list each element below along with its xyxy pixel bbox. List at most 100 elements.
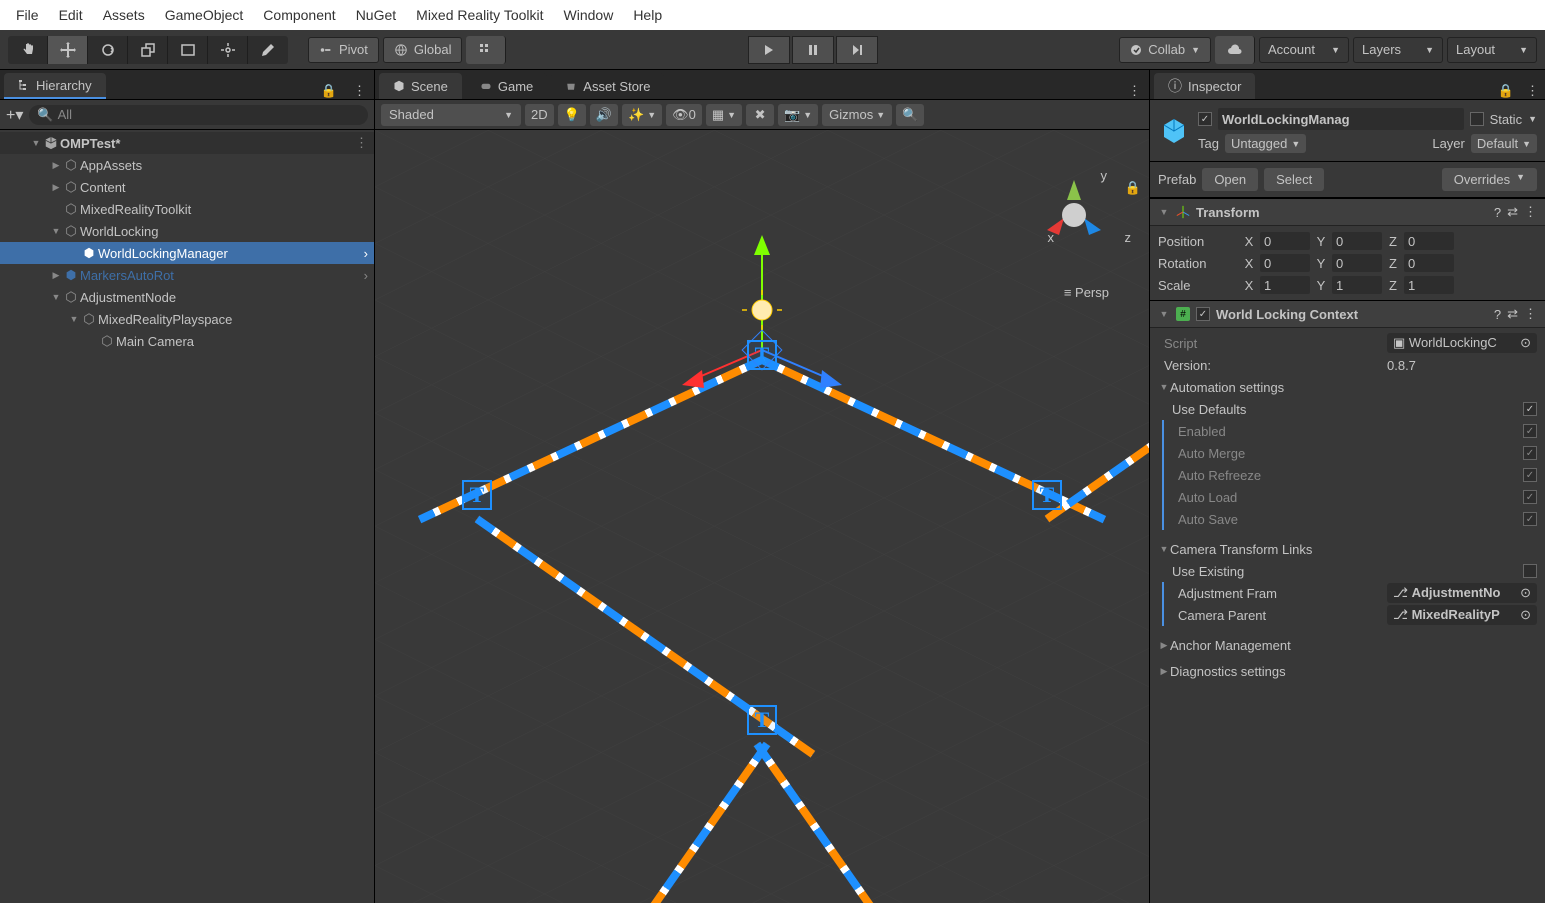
snap-toggle[interactable] [466, 36, 506, 64]
scene-root[interactable]: ▼ OMPTest* ⋮ [0, 132, 374, 154]
diagnostics-header[interactable]: Diagnostics settings [1170, 664, 1286, 679]
component-menu-icon[interactable]: ⋮ [1524, 204, 1537, 220]
panel-menu-icon[interactable]: ⋮ [1120, 83, 1149, 99]
layout-dropdown[interactable]: Layout▼ [1447, 37, 1537, 63]
enabled-checkbox[interactable]: ✓ [1523, 424, 1537, 438]
anchor-marker[interactable]: T [747, 705, 777, 735]
static-checkbox[interactable] [1470, 112, 1484, 126]
anchor-marker[interactable]: T [1032, 480, 1062, 510]
transform-tool[interactable] [208, 36, 248, 64]
tools-toggle[interactable]: ✖ [746, 104, 774, 126]
orientation-gizmo[interactable] [1029, 170, 1119, 260]
rotate-tool[interactable] [88, 36, 128, 64]
scale-y[interactable] [1332, 276, 1382, 294]
tree-item-content[interactable]: ▶Content [0, 176, 374, 198]
rot-x[interactable] [1260, 254, 1310, 272]
lock-icon[interactable]: 🔒 [1492, 83, 1520, 99]
gizmos-dropdown[interactable]: Gizmos▼ [822, 104, 892, 126]
pivot-toggle[interactable]: Pivot [308, 37, 379, 63]
account-dropdown[interactable]: Account▼ [1259, 37, 1349, 63]
anchor-marker[interactable]: T [747, 340, 777, 370]
scale-x[interactable] [1260, 276, 1310, 294]
gameobject-name[interactable] [1218, 108, 1464, 130]
layers-dropdown[interactable]: Layers▼ [1353, 37, 1443, 63]
layer-dropdown[interactable]: Default▼ [1471, 134, 1537, 153]
search-scene[interactable]: 🔍 [896, 104, 924, 126]
move-tool[interactable] [48, 36, 88, 64]
grid-toggle[interactable]: ▦▼ [706, 104, 742, 126]
menu-component[interactable]: Component [255, 3, 343, 27]
menu-mrtk[interactable]: Mixed Reality Toolkit [408, 3, 551, 27]
collab-dropdown[interactable]: Collab ▼ [1119, 37, 1211, 63]
prefab-open-button[interactable]: Open [1202, 168, 1258, 191]
menu-gameobject[interactable]: GameObject [157, 3, 252, 27]
game-tab[interactable]: Game [466, 73, 547, 99]
component-enabled-checkbox[interactable]: ✓ [1196, 307, 1210, 321]
menu-help[interactable]: Help [625, 3, 670, 27]
pause-button[interactable] [792, 36, 834, 64]
global-toggle[interactable]: Global [383, 37, 463, 63]
wlc-header[interactable]: ▼ # ✓ World Locking Context ? ⇄ ⋮ [1150, 300, 1545, 328]
persp-label[interactable]: ≡ Persp [1064, 285, 1109, 300]
automation-header[interactable]: Automation settings [1170, 380, 1284, 395]
preset-icon[interactable]: ⇄ [1507, 204, 1518, 220]
preset-icon[interactable]: ⇄ [1507, 306, 1518, 322]
automerge-checkbox[interactable]: ✓ [1523, 446, 1537, 460]
prefab-select-button[interactable]: Select [1264, 168, 1324, 191]
visibility-toggle[interactable]: 👁0 [666, 104, 702, 126]
panel-menu-icon[interactable]: ⋮ [1520, 83, 1545, 99]
camera-parent-field[interactable]: ⎇ MixedRealityP⊙ [1387, 605, 1537, 625]
rot-y[interactable] [1332, 254, 1382, 272]
pos-y[interactable] [1332, 232, 1382, 250]
cloud-button[interactable] [1215, 36, 1255, 64]
use-defaults-checkbox[interactable]: ✓ [1523, 402, 1537, 416]
hierarchy-tab[interactable]: Hierarchy [4, 73, 106, 99]
tree-item-adjustment[interactable]: ▼AdjustmentNode [0, 286, 374, 308]
tree-item-camera[interactable]: Main Camera [0, 330, 374, 352]
autosave-checkbox[interactable]: ✓ [1523, 512, 1537, 526]
menu-edit[interactable]: Edit [51, 3, 91, 27]
tree-item-playspace[interactable]: ▼MixedRealityPlayspace [0, 308, 374, 330]
tree-item-mrtk[interactable]: MixedRealityToolkit [0, 198, 374, 220]
anchor-marker[interactable]: T [462, 480, 492, 510]
pos-z[interactable] [1404, 232, 1454, 250]
scene-viewport[interactable]: T T T T y x z ≡ Persp 🔒 [375, 130, 1149, 903]
rot-z[interactable] [1404, 254, 1454, 272]
use-existing-checkbox[interactable] [1523, 564, 1537, 578]
audio-toggle[interactable]: 🔊 [590, 104, 618, 126]
camera-links-header[interactable]: Camera Transform Links [1170, 542, 1312, 557]
adjustment-field[interactable]: ⎇ AdjustmentNo⊙ [1387, 583, 1537, 603]
transform-header[interactable]: ▼ Transform ? ⇄ ⋮ [1150, 198, 1545, 226]
tree-item-appassets[interactable]: ▶AppAssets [0, 154, 374, 176]
move-gizmo[interactable] [662, 230, 862, 430]
rect-tool[interactable] [168, 36, 208, 64]
hierarchy-search[interactable]: 🔍 All [29, 105, 368, 125]
tree-item-markers[interactable]: ▶MarkersAutoRot› [0, 264, 374, 286]
menu-file[interactable]: File [8, 3, 47, 27]
menu-assets[interactable]: Assets [95, 3, 153, 27]
camera-toggle[interactable]: 📷▼ [778, 104, 818, 126]
scale-tool[interactable] [128, 36, 168, 64]
anchor-management-header[interactable]: Anchor Management [1170, 638, 1291, 653]
custom-tool[interactable] [248, 36, 288, 64]
active-checkbox[interactable]: ✓ [1198, 112, 1212, 126]
create-button[interactable]: +▾ [6, 105, 23, 125]
tree-item-wlmanager[interactable]: WorldLockingManager› [0, 242, 374, 264]
autorefreeze-checkbox[interactable]: ✓ [1523, 468, 1537, 482]
menu-window[interactable]: Window [556, 3, 622, 27]
play-button[interactable] [748, 36, 790, 64]
fx-toggle[interactable]: ✨▼ [622, 104, 662, 126]
prefab-overrides-dropdown[interactable]: Overrides▼ [1442, 168, 1537, 191]
shading-dropdown[interactable]: Shaded▼ [381, 104, 521, 126]
lighting-toggle[interactable]: 💡 [558, 104, 586, 126]
script-field[interactable]: ▣ WorldLockingC⊙ [1387, 333, 1537, 353]
autoload-checkbox[interactable]: ✓ [1523, 490, 1537, 504]
asset-store-tab[interactable]: Asset Store [551, 73, 664, 99]
help-icon[interactable]: ? [1494, 307, 1501, 322]
menu-nuget[interactable]: NuGet [348, 3, 404, 27]
tree-item-worldlocking[interactable]: ▼WorldLocking [0, 220, 374, 242]
panel-menu-icon[interactable]: ⋮ [345, 83, 374, 99]
step-button[interactable] [836, 36, 878, 64]
help-icon[interactable]: ? [1494, 205, 1501, 220]
inspector-tab[interactable]: ⓘInspector [1154, 73, 1255, 99]
